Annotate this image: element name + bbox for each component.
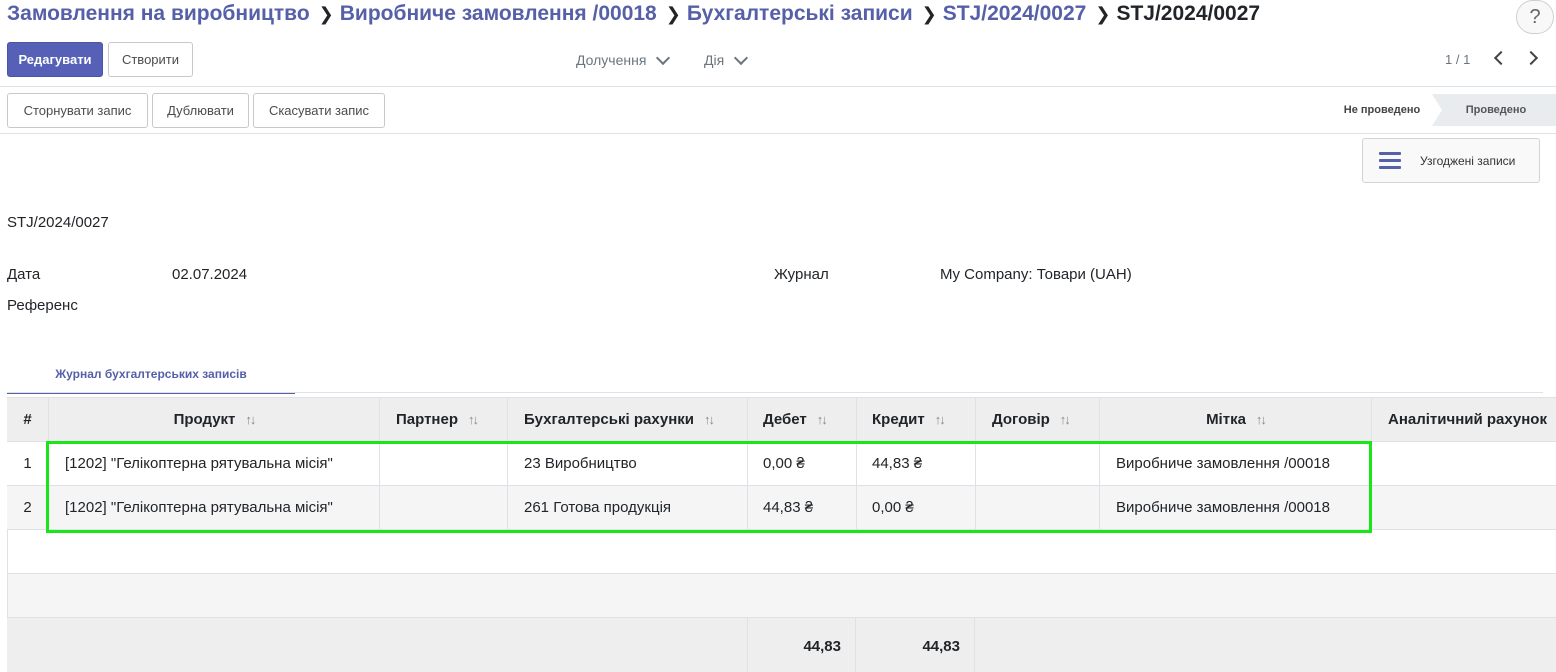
breadcrumb-link-manufacturing-orders[interactable]: Замовлення на виробництво [7,2,310,26]
credit-cell[interactable]: 0,00 ₴ [856,486,975,529]
edit-button[interactable]: Редагувати [7,42,103,77]
divider [0,86,1556,87]
column-header-product[interactable]: Продукт ↑↓ [48,398,379,441]
account-cell[interactable]: 261 Готова продукція [507,486,747,529]
breadcrumb-link-production-order[interactable]: Виробниче замовлення /00018 [340,2,657,26]
attachments-dropdown[interactable]: Долучення [576,50,671,68]
breadcrumb-separator-icon: ❯ [318,3,334,24]
divider [0,133,1556,134]
tab-journal-items[interactable]: Журнал бухгалтерських записів [7,356,295,394]
product-cell[interactable]: [1202] "Гелікоптерна рятувальна місія" [48,486,379,529]
column-header-number: # [23,411,32,428]
analytic-cell[interactable] [1371,486,1556,529]
help-button[interactable]: ? [1516,0,1554,34]
journal-label: Журнал [774,266,829,283]
status-posted[interactable]: Проведено [1444,94,1548,126]
credit-cell[interactable]: 44,83 ₴ [856,442,975,485]
chevron-left-icon[interactable] [1493,50,1509,66]
breadcrumb-separator-icon: ❯ [921,3,937,24]
create-button[interactable]: Створити [108,42,193,77]
column-header-label[interactable]: Мітка ↑↓ [1099,398,1371,441]
table-row[interactable]: 1 [1202] "Гелікоптерна рятувальна місія"… [7,442,1556,486]
date-label: Дата [7,266,41,283]
chevron-down-icon [734,50,749,65]
action-dropdown[interactable]: Дія [704,50,749,68]
contract-cell[interactable] [975,442,1099,485]
reconciled-entries-label: Узгоджені записи [1420,153,1516,168]
debit-cell[interactable]: 44,83 ₴ [747,486,856,529]
partner-cell[interactable] [379,486,507,529]
column-header-credit[interactable]: Кредит ↑↓ [856,398,975,441]
column-header-account[interactable]: Бухгалтерські рахунки ↑↓ [507,398,747,441]
reconciled-entries-button[interactable]: Узгоджені записи [1362,138,1540,183]
date-value: 02.07.2024 [172,266,248,283]
total-debit: 44,83 [747,618,856,672]
chevron-right-icon[interactable] [1523,50,1539,66]
sort-icon: ↑↓ [934,412,946,427]
table-row[interactable]: 2 [1202] "Гелікоптерна рятувальна місія"… [7,486,1556,530]
column-header-debit[interactable]: Дебет ↑↓ [747,398,856,441]
table-footer: 44,83 44,83 [7,618,1556,672]
pager-value[interactable]: 1 / 1 [1445,52,1470,67]
tab-divider [7,392,1543,393]
sort-icon: ↑↓ [245,412,256,427]
reference-label: Референс [7,297,78,314]
column-header-contract[interactable]: Договір ↑↓ [975,398,1099,441]
table-header: # Продукт ↑↓ Партнер ↑↓ Бухгалтерські раху… [7,397,1556,442]
breadcrumb-separator-icon: ❯ [665,3,681,24]
label-cell[interactable]: Виробниче замовлення /00018 [1099,442,1371,485]
analytic-cell[interactable] [1371,442,1556,485]
account-cell[interactable]: 23 Виробництво [507,442,747,485]
empty-row [7,530,1556,574]
journal-items-table: # Продукт ↑↓ Партнер ↑↓ Бухгалтерські раху… [7,397,1556,672]
action-label: Дія [704,52,725,68]
sort-icon: ↑↓ [468,412,479,427]
journal-value[interactable]: My Company: Товари (UAH) [940,266,1132,283]
breadcrumb-link-entry[interactable]: STJ/2024/0027 [943,2,1087,26]
debit-cell[interactable]: 0,00 ₴ [747,442,856,485]
duplicate-button[interactable]: Дублювати [152,93,249,128]
sort-icon: ↑↓ [1255,412,1267,427]
breadcrumb-link-journal-entries[interactable]: Бухгалтерські записи [687,2,913,26]
partner-cell[interactable] [379,442,507,485]
row-number: 1 [23,455,32,472]
status-arrow-icon [1432,94,1442,126]
entry-name: STJ/2024/0027 [7,214,109,231]
product-cell[interactable]: [1202] "Гелікоптерна рятувальна місія" [48,442,379,485]
contract-cell[interactable] [975,486,1099,529]
breadcrumb-current: STJ/2024/0027 [1116,2,1261,25]
row-number: 2 [23,499,32,516]
sort-icon: ↑↓ [816,412,828,427]
sort-icon: ↑↓ [704,412,715,427]
chevron-down-icon [656,50,671,65]
total-credit: 44,83 [856,618,975,672]
breadcrumb: Замовлення на виробництво ❯ Виробниче за… [7,0,1260,28]
reverse-entry-button[interactable]: Сторнувати запис [7,93,148,128]
attachments-label: Долучення [576,52,647,68]
breadcrumb-separator-icon: ❯ [1095,3,1111,24]
label-cell[interactable]: Виробниче замовлення /00018 [1099,486,1371,529]
status-draft[interactable]: Не проведено [1332,96,1432,124]
cancel-entry-button[interactable]: Скасувати запис [253,93,385,128]
bars-icon [1379,152,1401,169]
empty-row [7,574,1556,618]
column-header-partner[interactable]: Партнер ↑↓ [379,398,507,441]
sort-icon: ↑↓ [1059,412,1071,427]
column-header-analytic-account[interactable]: Аналітичний рахунок [1371,398,1556,441]
